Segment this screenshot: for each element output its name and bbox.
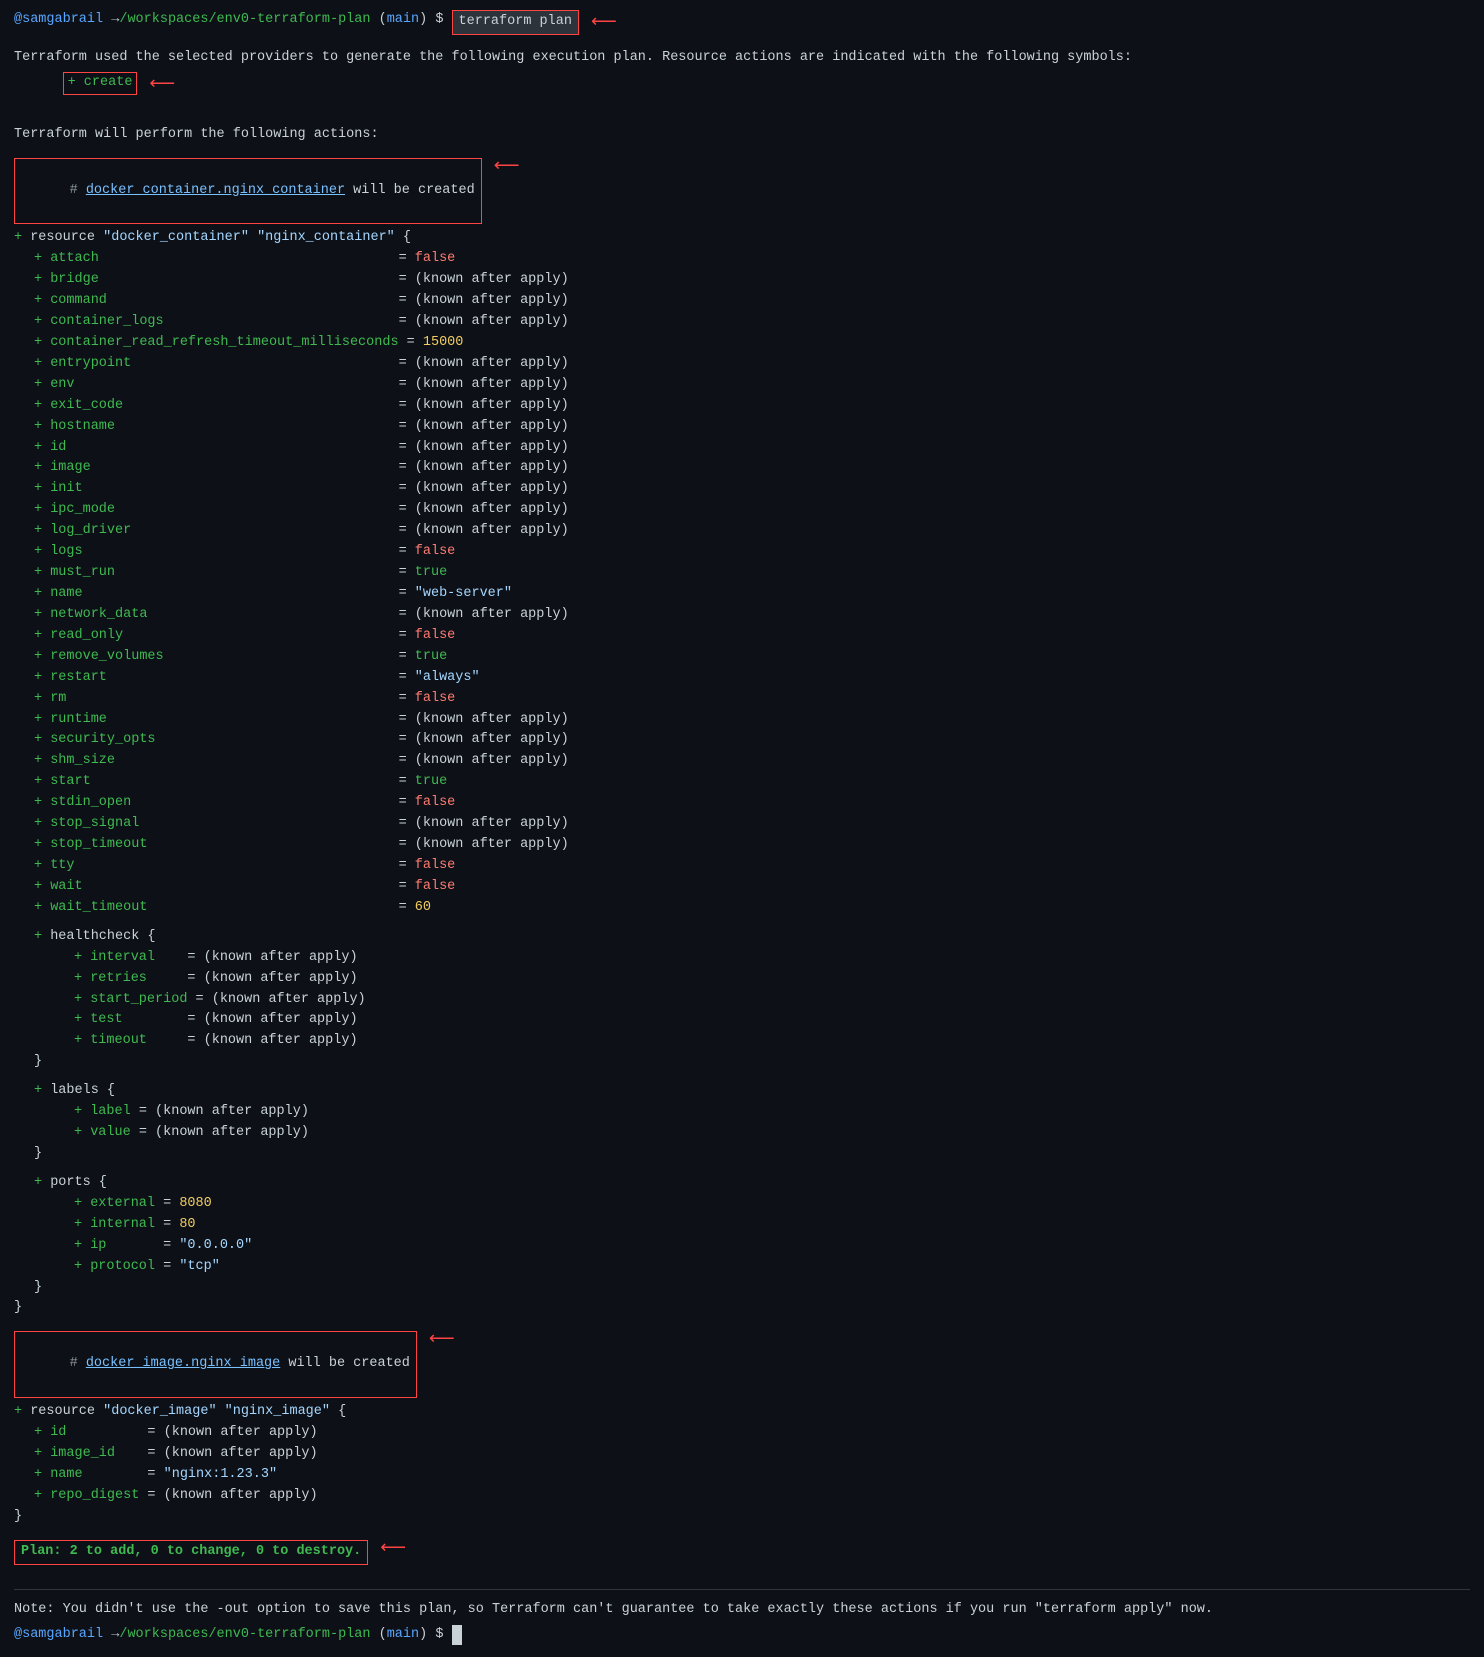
actions-line: Terraform will perform the following act… [14, 125, 1470, 146]
user-host: @samgabrail [14, 10, 103, 31]
attr-container-logs: + container_logs = (known after apply) [34, 312, 1470, 333]
attr-init: + init = (known after apply) [34, 479, 1470, 500]
img-attr-repo-digest: + repo_digest = (known after apply) [34, 1486, 1470, 1507]
ports-close: } [34, 1278, 1470, 1299]
attr-start: + start = true [34, 772, 1470, 793]
attr-name: + name = "web-server" [34, 584, 1470, 605]
terraform-intro-line: Terraform used the selected providers to… [14, 48, 1470, 69]
cursor-block[interactable] [452, 1625, 462, 1646]
hc-timeout: + timeout = (known after apply) [74, 1031, 1470, 1052]
note-line: Note: You didn't use the -out option to … [14, 1600, 1470, 1621]
arrow-3: ⟵ [494, 154, 520, 182]
branch-close: ) [419, 10, 427, 31]
attr-hostname: + hostname = (known after apply) [34, 417, 1470, 438]
attr-image: + image = (known after apply) [34, 458, 1470, 479]
port-external: + external = 8080 [74, 1194, 1470, 1215]
port-internal: + internal = 80 [74, 1215, 1470, 1236]
img-attr-image-id: + image_id = (known after apply) [34, 1444, 1470, 1465]
attr-restart: + restart = "always" [34, 668, 1470, 689]
attr-bridge: + bridge = (known after apply) [34, 270, 1470, 291]
attr-entrypoint: + entrypoint = (known after apply) [34, 354, 1470, 375]
healthcheck-close: } [34, 1052, 1470, 1073]
branch-open: ( [371, 10, 387, 31]
image-attributes-block: + id = (known after apply) + image_id = … [34, 1423, 1470, 1507]
prompt-line-1: @samgabrail →/workspaces/env0-terraform-… [14, 10, 1470, 38]
healthcheck-header: + healthcheck { [34, 927, 1470, 948]
plan-summary-line: Plan: 2 to add, 0 to change, 0 to destro… [14, 1536, 1470, 1569]
attr-security-opts: + security_opts = (known after apply) [34, 730, 1470, 751]
attr-ipc-mode: + ipc_mode = (known after apply) [34, 500, 1470, 521]
image-header: # docker_image.nginx_image will be creat… [14, 1327, 1470, 1402]
arrow-separator [103, 10, 111, 31]
container-header: # docker_container.nginx_container will … [14, 154, 1470, 229]
container-section-header: # docker_container.nginx_container will … [14, 158, 482, 225]
prompt-symbol: $ [427, 10, 451, 31]
attr-tty: + tty = false [34, 856, 1470, 877]
healthcheck-fields: + interval = (known after apply) + retri… [74, 948, 1470, 1053]
attr-shm-size: + shm_size = (known after apply) [34, 751, 1470, 772]
ports-block: + ports { + external = 8080 + internal =… [34, 1173, 1470, 1299]
arrow-2: ⟵ [149, 72, 175, 100]
image-section-header: # docker_image.nginx_image will be creat… [14, 1331, 417, 1398]
attr-env: + env = (known after apply) [34, 375, 1470, 396]
resource-line: + resource "docker_container" "nginx_con… [14, 228, 1470, 249]
label-value: + value = (known after apply) [74, 1123, 1470, 1144]
attr-stop-signal: + stop_signal = (known after apply) [34, 814, 1470, 835]
hc-test: + test = (known after apply) [74, 1010, 1470, 1031]
plan-summary: Plan: 2 to add, 0 to change, 0 to destro… [14, 1540, 368, 1565]
attr-must-run: + must_run = true [34, 563, 1470, 584]
attr-logs: + logs = false [34, 542, 1470, 563]
branch-name: main [387, 10, 419, 31]
img-attr-id: + id = (known after apply) [34, 1423, 1470, 1444]
labels-header: + labels { [34, 1081, 1470, 1102]
attr-remove-volumes: + remove_volumes = true [34, 647, 1470, 668]
arrow-4: ⟵ [429, 1327, 455, 1355]
img-attr-name: + name = "nginx:1.23.3" [34, 1465, 1470, 1486]
labels-fields: + label = (known after apply) + value = … [74, 1102, 1470, 1144]
labels-block: + labels { + label = (known after apply)… [34, 1081, 1470, 1165]
command-highlight: terraform plan [452, 10, 579, 35]
port-protocol: + protocol = "tcp" [74, 1257, 1470, 1278]
attributes-block: + attach = false + bridge = (known after… [34, 249, 1470, 919]
create-keyword: + create [63, 72, 138, 95]
arrow-1: ⟵ [591, 10, 617, 38]
attr-container-read-refresh: + container_read_refresh_timeout_millise… [34, 333, 1470, 354]
image-resource-line: + resource "docker_image" "nginx_image" … [14, 1402, 1470, 1423]
ports-fields: + external = 8080 + internal = 80 + ip =… [74, 1194, 1470, 1278]
path: /workspaces/env0-terraform-plan [119, 10, 370, 31]
attr-stdin-open: + stdin_open = false [34, 793, 1470, 814]
port-ip: + ip = "0.0.0.0" [74, 1236, 1470, 1257]
create-line: + create ⟵ [14, 72, 1470, 114]
attr-read-only: + read_only = false [34, 626, 1470, 647]
label-label: + label = (known after apply) [74, 1102, 1470, 1123]
attr-network-data: + network_data = (known after apply) [34, 605, 1470, 626]
hc-interval: + interval = (known after apply) [74, 948, 1470, 969]
ports-header: + ports { [34, 1173, 1470, 1194]
attr-rm: + rm = false [34, 689, 1470, 710]
image-close: } [14, 1507, 1470, 1528]
terminal: @samgabrail →/workspaces/env0-terraform-… [0, 0, 1484, 1657]
hc-retries: + retries = (known after apply) [74, 969, 1470, 990]
healthcheck-block: + healthcheck { + interval = (known afte… [34, 927, 1470, 1073]
attr-attach: + attach = false [34, 249, 1470, 270]
prompt-line-2: @samgabrail →/workspaces/env0-terraform-… [14, 1625, 1470, 1646]
attr-log-driver: + log_driver = (known after apply) [34, 521, 1470, 542]
note-section: Note: You didn't use the -out option to … [14, 1589, 1470, 1646]
container-close: } [14, 1298, 1470, 1319]
hc-start-period: + start_period = (known after apply) [74, 990, 1470, 1011]
attr-wait-timeout: + wait_timeout = 60 [34, 898, 1470, 919]
attr-id: + id = (known after apply) [34, 438, 1470, 459]
attr-runtime: + runtime = (known after apply) [34, 710, 1470, 731]
attr-stop-timeout: + stop_timeout = (known after apply) [34, 835, 1470, 856]
attr-exit-code: + exit_code = (known after apply) [34, 396, 1470, 417]
attr-command: + command = (known after apply) [34, 291, 1470, 312]
user-host-2: @samgabrail [14, 1625, 103, 1646]
arrow-5: ⟵ [380, 1536, 406, 1564]
labels-close: } [34, 1144, 1470, 1165]
arrow: → [111, 10, 119, 31]
attr-wait: + wait = false [34, 877, 1470, 898]
